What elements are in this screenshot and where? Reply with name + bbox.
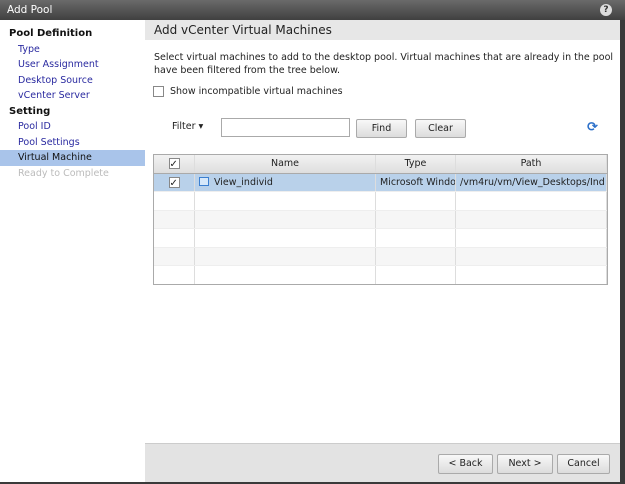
wizard-sidebar: Pool Definition Type User Assignment Des… — [0, 20, 145, 442]
wizard-footer: < Back Next > Cancel — [145, 443, 620, 482]
empty-row — [154, 229, 607, 248]
sidebar-item-virtual-machine[interactable]: Virtual Machine — [0, 150, 145, 166]
main-panel: Add vCenter Virtual Machines Select virt… — [145, 20, 620, 442]
sidebar-item-pool-settings[interactable]: Pool Settings — [0, 135, 145, 151]
empty-row — [154, 210, 607, 229]
sidebar-item-pool-id[interactable]: Pool ID — [0, 119, 145, 135]
show-incompatible-checkbox[interactable]: Show incompatible virtual machines — [153, 86, 343, 97]
filter-dropdown[interactable]: Filter ▾ — [172, 121, 203, 132]
vm-table: Name Type Path View_individ Microsoft Wi… — [153, 154, 608, 285]
section-pool-definition: Pool Definition — [9, 28, 93, 39]
sidebar-item-ready-to-complete: Ready to Complete — [18, 167, 109, 179]
checkbox[interactable] — [153, 86, 164, 97]
empty-row — [154, 247, 607, 266]
column-type[interactable]: Type — [376, 155, 456, 173]
empty-row — [154, 192, 607, 211]
table-row[interactable]: View_individ Microsoft Windo /vm4ru/vm/V… — [154, 173, 607, 192]
wizard-window: Pool Definition Type User Assignment Des… — [0, 20, 620, 482]
filter-input[interactable] — [221, 118, 350, 137]
find-button[interactable]: Find — [356, 119, 407, 138]
refresh-icon[interactable]: ⟳ — [587, 120, 598, 135]
table-header: Name Type Path — [154, 155, 607, 174]
select-all-checkbox[interactable] — [168, 156, 180, 173]
window-title: Add Pool — [7, 4, 53, 16]
column-name[interactable]: Name — [195, 155, 376, 173]
sidebar-item-user-assignment[interactable]: User Assignment — [0, 57, 145, 73]
row-checkbox[interactable] — [168, 175, 180, 191]
vm-icon — [199, 176, 209, 186]
title-bar: Add Pool? — [0, 0, 625, 20]
back-button[interactable]: < Back — [438, 454, 493, 474]
sidebar-item-vcenter-server[interactable]: vCenter Server — [0, 88, 145, 104]
vm-name: View_individ — [214, 176, 273, 188]
vm-path: /vm4ru/vm/View_Desktops/Ind — [456, 173, 607, 191]
description: Select virtual machines to add to the de… — [154, 52, 614, 76]
sidebar-item-type[interactable]: Type — [0, 42, 145, 58]
column-path[interactable]: Path — [456, 155, 607, 173]
vm-type: Microsoft Windo — [376, 173, 456, 191]
section-setting: Setting — [9, 105, 51, 117]
help-icon[interactable]: ? — [600, 4, 612, 16]
empty-row — [154, 266, 607, 284]
next-button[interactable]: Next > — [497, 454, 553, 474]
clear-button[interactable]: Clear — [415, 119, 466, 138]
cancel-button[interactable]: Cancel — [557, 454, 610, 474]
show-incompatible-label: Show incompatible virtual machines — [170, 86, 343, 97]
page-title: Add vCenter Virtual Machines — [145, 20, 620, 40]
sidebar-item-desktop-source[interactable]: Desktop Source — [0, 73, 145, 89]
